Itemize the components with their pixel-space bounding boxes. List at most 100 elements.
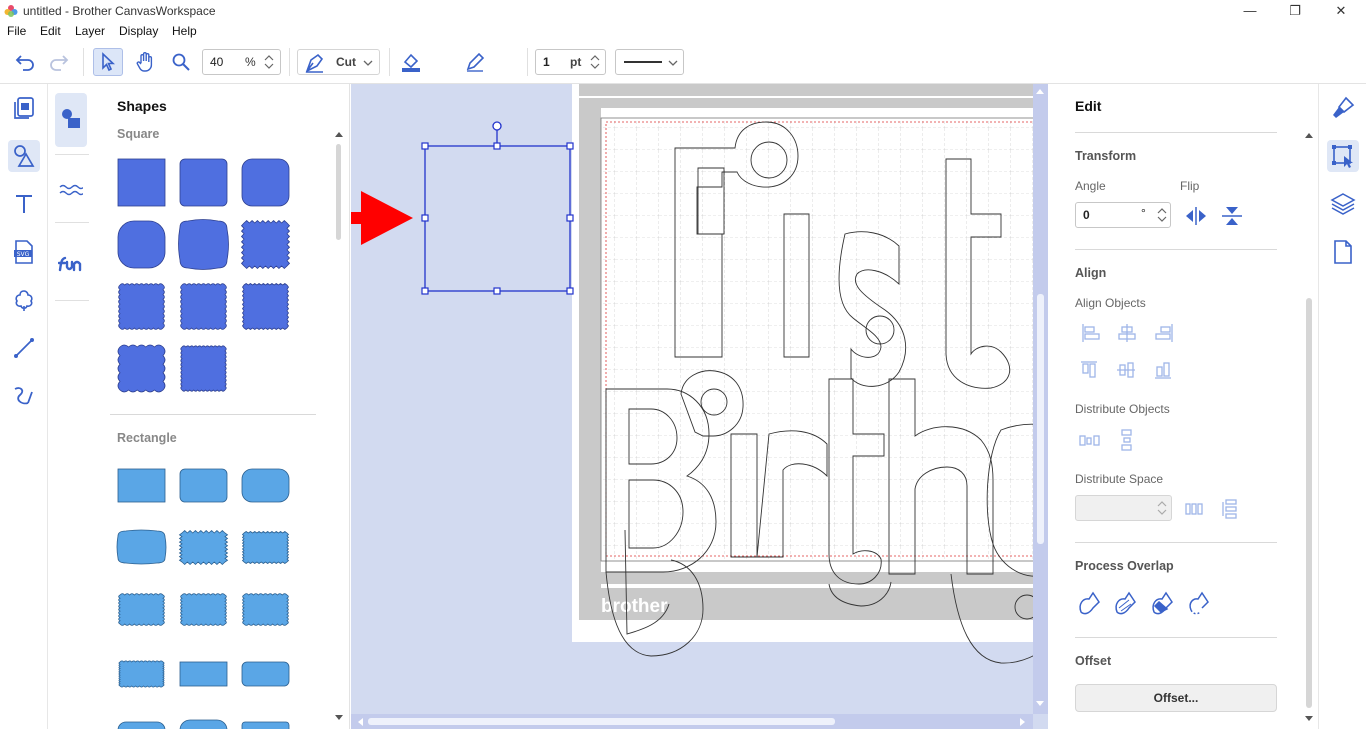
line-width-stepper-icon[interactable] xyxy=(589,52,601,72)
square-scallop-large-shape[interactable] xyxy=(117,344,166,393)
menu-help[interactable]: Help xyxy=(172,24,197,38)
design-canvas[interactable]: brother xyxy=(351,84,1048,729)
scroll-thumb[interactable] xyxy=(1037,294,1044,544)
distribute-horizontal-icon[interactable] xyxy=(1079,435,1100,446)
shapes-scrollbar[interactable] xyxy=(334,130,344,720)
flip-vertical-icon[interactable] xyxy=(1220,206,1244,226)
project-tool-button[interactable] xyxy=(8,92,40,124)
align-right-icon[interactable] xyxy=(1155,324,1173,342)
line-width-value[interactable]: 1 xyxy=(543,55,550,69)
style-panel-button[interactable] xyxy=(1327,92,1359,124)
group-overlap-icon[interactable] xyxy=(1115,591,1136,615)
fun-text-icon[interactable] xyxy=(58,254,84,274)
space-vertical-icon[interactable] xyxy=(1222,499,1237,519)
rectangle-shape[interactable] xyxy=(117,468,166,503)
resize-handle[interactable] xyxy=(421,214,429,222)
selected-square[interactable] xyxy=(421,121,574,295)
square-very-rounded-shape[interactable] xyxy=(117,220,166,269)
angle-stepper-icon[interactable] xyxy=(1156,205,1168,225)
rectangle-shape[interactable] xyxy=(241,721,290,729)
weld-icon[interactable] xyxy=(1079,591,1100,615)
scroll-down-icon[interactable] xyxy=(334,714,344,722)
line-color-button[interactable] xyxy=(460,48,490,76)
align-bottom-icon[interactable] xyxy=(1155,362,1171,379)
redo-button[interactable] xyxy=(44,48,74,76)
rectangle-zigzag-fine-shape[interactable] xyxy=(241,531,290,564)
rectangle-scallop-shape[interactable] xyxy=(180,593,227,626)
restore-button[interactable]: ❐ xyxy=(1272,0,1318,22)
edit-panel-button[interactable] xyxy=(1327,140,1359,172)
rectangle-rounded-shape[interactable] xyxy=(241,468,290,503)
square-scallop-shape[interactable] xyxy=(180,345,227,392)
rectangle-shape[interactable] xyxy=(117,721,166,729)
square-bulge-shape[interactable] xyxy=(178,219,229,270)
canvas-vertical-scrollbar[interactable] xyxy=(1033,84,1048,714)
menu-layer[interactable]: Layer xyxy=(75,24,105,38)
square-zigzag-fine-shape[interactable] xyxy=(242,283,289,330)
square-zigzag-shape[interactable] xyxy=(240,219,291,270)
line-width-field[interactable]: 1 pt xyxy=(535,49,606,75)
page-panel-button[interactable] xyxy=(1327,236,1359,268)
rectangle-shape[interactable] xyxy=(179,719,228,729)
zoom-field[interactable]: 40 % xyxy=(202,49,281,75)
pattern-tool-button[interactable] xyxy=(8,284,40,316)
edit-panel-scrollbar[interactable] xyxy=(1303,130,1315,726)
rectangle-bulge-shape[interactable] xyxy=(116,529,167,565)
flip-horizontal-icon[interactable] xyxy=(1184,206,1208,226)
intersect-icon[interactable] xyxy=(1152,591,1173,615)
rectangle-scallop-fine-shape[interactable] xyxy=(118,660,165,688)
minimize-button[interactable]: — xyxy=(1227,0,1273,22)
menu-file[interactable]: File xyxy=(7,24,26,38)
curve-tool-button[interactable] xyxy=(8,380,40,412)
resize-handle[interactable] xyxy=(566,287,574,295)
resize-handle[interactable] xyxy=(493,287,501,295)
subtract-icon[interactable] xyxy=(1189,591,1209,615)
offset-button[interactable]: Offset... xyxy=(1075,684,1277,712)
distribute-vertical-icon[interactable] xyxy=(1121,429,1132,451)
rectangle-rounded-small-shape[interactable] xyxy=(179,468,228,503)
scroll-left-icon[interactable] xyxy=(356,717,364,727)
category-basic-shapes[interactable] xyxy=(55,93,87,147)
distribute-space-field[interactable] xyxy=(1075,495,1172,521)
undo-button[interactable] xyxy=(10,48,40,76)
scroll-up-icon[interactable] xyxy=(1304,131,1314,139)
align-middle-icon[interactable] xyxy=(1117,362,1135,378)
scroll-down-icon[interactable] xyxy=(1035,700,1045,708)
angle-field[interactable]: 0 ° xyxy=(1075,202,1171,228)
rectangle-wide-rounded-shape[interactable] xyxy=(241,661,290,687)
canvas-horizontal-scrollbar[interactable] xyxy=(351,714,1033,729)
scroll-up-icon[interactable] xyxy=(334,130,344,138)
distribute-space-stepper-icon[interactable] xyxy=(1156,498,1168,518)
scroll-down-icon[interactable] xyxy=(1304,715,1314,723)
zoom-tool-button[interactable] xyxy=(166,48,196,76)
menu-display[interactable]: Display xyxy=(119,24,158,38)
resize-handle[interactable] xyxy=(421,142,429,150)
square-rounded-small-shape[interactable] xyxy=(179,158,228,207)
layers-panel-button[interactable] xyxy=(1327,188,1359,220)
line-style-dropdown[interactable] xyxy=(615,49,684,75)
square-scallop-shape[interactable] xyxy=(180,283,227,330)
resize-handle[interactable] xyxy=(493,142,501,150)
cut-mode-dropdown[interactable]: Cut xyxy=(297,49,380,75)
square-rounded-shape[interactable] xyxy=(241,158,290,207)
text-tool-button[interactable] xyxy=(8,188,40,220)
line-tool-button[interactable] xyxy=(8,332,40,364)
shapes-tool-button[interactable] xyxy=(8,140,40,172)
square-scallop-shape[interactable] xyxy=(118,283,165,330)
resize-handle[interactable] xyxy=(421,287,429,295)
scroll-thumb[interactable] xyxy=(368,718,835,725)
rectangle-wide-shape[interactable] xyxy=(179,661,228,687)
zoom-value[interactable]: 40 xyxy=(210,55,223,69)
align-center-icon[interactable] xyxy=(1118,324,1136,342)
rectangle-zigzag-shape[interactable] xyxy=(178,529,229,566)
resize-handle[interactable] xyxy=(566,214,574,222)
align-left-icon[interactable] xyxy=(1082,324,1100,342)
fill-color-button[interactable] xyxy=(396,48,426,76)
scroll-thumb[interactable] xyxy=(336,144,341,240)
rectangle-scallop-shape[interactable] xyxy=(118,593,165,626)
close-button[interactable]: ✕ xyxy=(1318,0,1364,22)
svg-import-button[interactable]: SVG xyxy=(8,236,40,268)
align-top-icon[interactable] xyxy=(1081,361,1097,378)
angle-value[interactable]: 0 xyxy=(1083,208,1090,222)
space-horizontal-icon[interactable] xyxy=(1185,503,1203,515)
